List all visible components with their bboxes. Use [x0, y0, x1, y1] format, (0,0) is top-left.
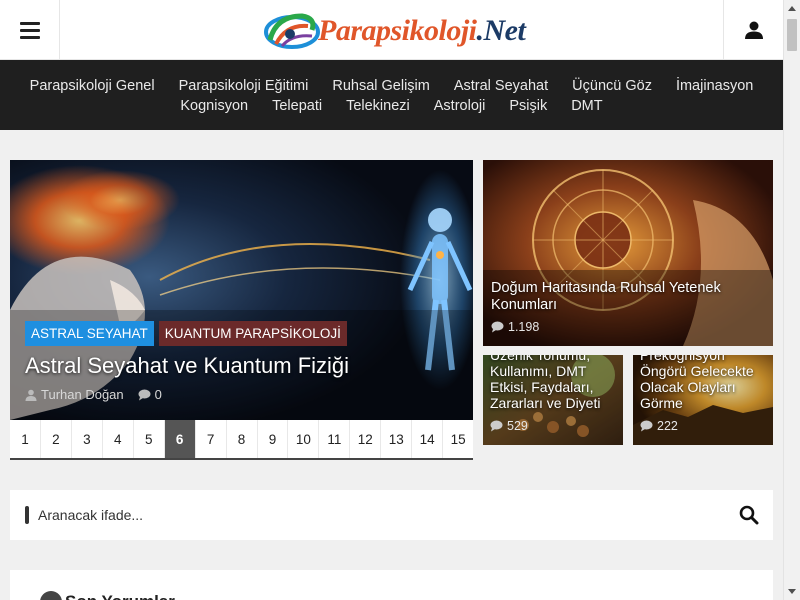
comments-icon — [40, 591, 62, 600]
featured-image — [10, 160, 473, 420]
logo-text-part1: Parapsikoloji — [318, 14, 477, 47]
featured-post[interactable]: ASTRAL SEYAHAT KUANTUM PARAPSİKOLOJİ Ast… — [10, 160, 473, 420]
featured-categories: ASTRAL SEYAHAT KUANTUM PARAPSİKOLOJİ — [25, 321, 347, 346]
page-button[interactable]: 3 — [72, 420, 103, 458]
page-button[interactable]: 12 — [350, 420, 382, 458]
scrollbar-thumb[interactable] — [787, 19, 797, 51]
search-widget — [10, 490, 773, 540]
post-card-meta: 1.198 — [491, 320, 539, 334]
nav-item-parapsikoloji-genel[interactable]: Parapsikoloji Genel — [18, 76, 167, 96]
hamburger-menu-icon[interactable] — [0, 0, 60, 60]
search-icon[interactable] — [739, 505, 759, 525]
nav-item-ruhsal-gelisim[interactable]: Ruhsal Gelişim — [320, 76, 442, 96]
category-badge-kuantum-parapsikoloji[interactable]: KUANTUM PARAPSİKOLOJİ — [158, 321, 347, 346]
recent-comments-widget: Son Yorumlar — [10, 570, 773, 600]
post-card-views: 1.198 — [508, 320, 540, 334]
scroll-down-arrow-icon[interactable] — [784, 583, 800, 600]
comment-icon — [138, 389, 151, 400]
post-card-views: 222 — [657, 419, 678, 433]
nav-item-telepati[interactable]: Telepati — [260, 96, 334, 116]
logo-swirl-icon — [264, 13, 320, 49]
nav-item-ucuncu-goz[interactable]: Üçüncü Göz — [560, 76, 664, 96]
page-scrollbar[interactable] — [783, 0, 800, 600]
page-button[interactable]: 5 — [134, 420, 165, 458]
search-input[interactable] — [38, 503, 718, 527]
logo-text-part2: .Net — [476, 14, 526, 47]
page-button[interactable]: 9 — [258, 420, 289, 458]
featured-post-meta: Turhan Doğan 0 — [25, 387, 162, 402]
post-card-uzerlik-tohumu[interactable]: Üzerlik Tohumu, Kullanımı, DMT Etkisi, F… — [483, 355, 623, 445]
nav-item-astroloji[interactable]: Astroloji — [422, 96, 498, 116]
user-icon — [744, 21, 763, 39]
post-card-meta: 222 — [640, 419, 678, 433]
search-accent-bar — [25, 506, 29, 524]
featured-post-author[interactable]: Turhan Doğan — [41, 387, 124, 402]
page-button[interactable]: 7 — [196, 420, 227, 458]
page-button[interactable]: 4 — [103, 420, 134, 458]
category-badge-astral-seyahat[interactable]: ASTRAL SEYAHAT — [25, 321, 154, 346]
nav-item-telekinezi[interactable]: Telekinezi — [334, 96, 422, 116]
comment-icon — [491, 321, 504, 333]
post-card-title[interactable]: Prekognisyon Öngörü Gelecekte Olacak Ola… — [640, 355, 770, 411]
slider-pagination: 1 2 3 4 5 6 7 8 9 10 11 12 13 14 15 — [10, 420, 473, 460]
logo-text: Parapsikoloji.Net — [318, 14, 526, 48]
nav-item-parapsikoloji-egitimi[interactable]: Parapsikoloji Eğitimi — [167, 76, 321, 96]
post-card-title[interactable]: Üzerlik Tohumu, Kullanımı, DMT Etkisi, F… — [490, 355, 620, 411]
scroll-up-arrow-icon[interactable] — [784, 0, 800, 17]
nav-row-2: Kognisyon Telepati Telekinezi Astroloji … — [0, 96, 783, 116]
nav-item-astral-seyahat[interactable]: Astral Seyahat — [442, 76, 560, 96]
page-button[interactable]: 11 — [319, 420, 351, 458]
site-header: Parapsikoloji.Net — [0, 0, 783, 60]
page-button[interactable]: 14 — [412, 420, 444, 458]
page-button[interactable]: 10 — [288, 420, 320, 458]
author-icon — [25, 389, 37, 401]
page-button[interactable]: 15 — [443, 420, 473, 458]
page-button[interactable]: 2 — [41, 420, 72, 458]
post-card-views: 529 — [507, 419, 528, 433]
nav-item-psisik[interactable]: Psişik — [497, 96, 559, 116]
user-account-button[interactable] — [723, 0, 783, 60]
nav-item-kognisyon[interactable]: Kognisyon — [168, 96, 260, 116]
nav-item-dmt[interactable]: DMT — [559, 96, 614, 116]
main-navigation: Parapsikoloji Genel Parapsikoloji Eğitim… — [0, 60, 783, 130]
site-logo[interactable]: Parapsikoloji.Net — [262, 10, 526, 52]
post-card-image — [483, 160, 773, 346]
comment-icon — [640, 420, 653, 432]
post-card-title[interactable]: Doğum Haritasında Ruhsal Yetenek Konumla… — [491, 280, 761, 314]
nav-row-1: Parapsikoloji Genel Parapsikoloji Eğitim… — [0, 76, 783, 96]
post-card-dogum-haritasi[interactable]: Doğum Haritasında Ruhsal Yetenek Konumla… — [483, 160, 773, 346]
page-button-active[interactable]: 6 — [164, 420, 196, 458]
recent-comments-title: Son Yorumlar — [65, 592, 175, 600]
page-button[interactable]: 13 — [381, 420, 413, 458]
comment-icon — [490, 420, 503, 432]
featured-post-title[interactable]: Astral Seyahat ve Kuantum Fiziği — [25, 353, 349, 379]
page-button[interactable]: 8 — [227, 420, 258, 458]
nav-item-imajinasyon[interactable]: İmajinasyon — [664, 76, 765, 96]
page-button[interactable]: 1 — [10, 420, 41, 458]
featured-post-comment-count: 0 — [154, 387, 162, 402]
post-card-meta: 529 — [490, 419, 528, 433]
post-card-prekognisyon[interactable]: Prekognisyon Öngörü Gelecekte Olacak Ola… — [633, 355, 773, 445]
